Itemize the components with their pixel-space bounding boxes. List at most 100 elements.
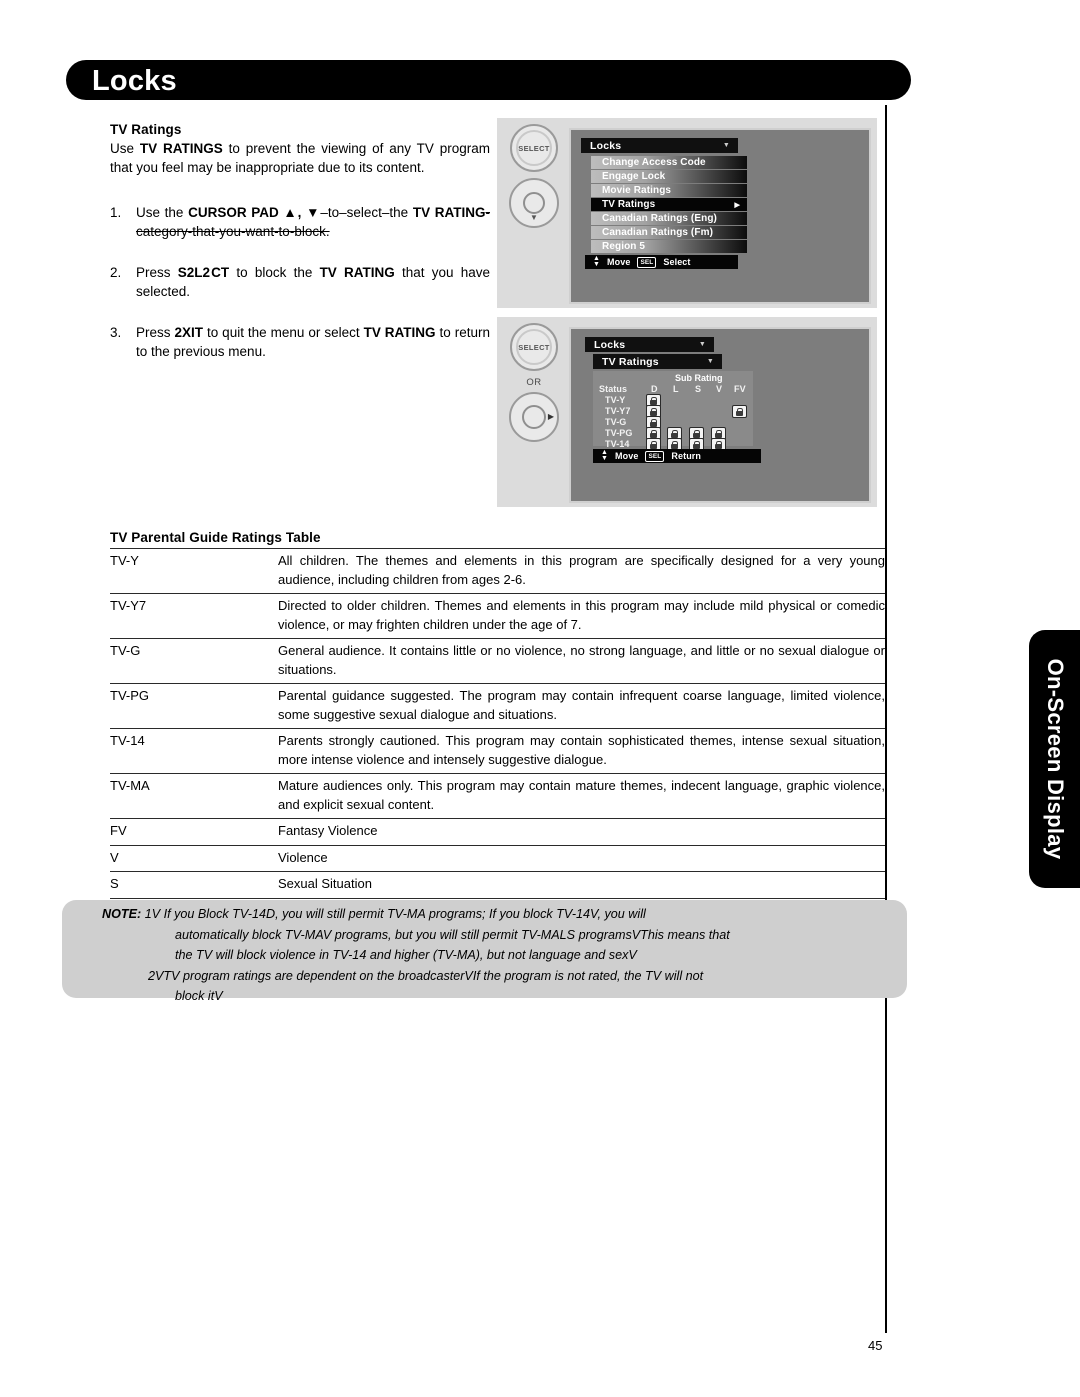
side-tab-label: On-Screen Display [1043, 658, 1068, 860]
select-button-icon: SELECT [510, 323, 558, 371]
step-text: Press S2L2 CT to block the TV RATING tha… [136, 265, 491, 299]
rating-desc: Fantasy Violence [278, 818, 885, 846]
rating-desc: Violence [278, 844, 885, 872]
menu-title-locks-2[interactable]: Locks ▼ [585, 337, 714, 352]
row-label-tv-y7: TV-Y7 [605, 406, 631, 416]
menu-item-tv-ratings[interactable]: TV Ratings ▶ [591, 198, 747, 211]
step-item: 3. Press 2XIT to quit the menu or select… [110, 323, 490, 361]
remote-buttons-group-1: SELECT ▼ [506, 124, 562, 228]
row-label-tv-y: TV-Y [605, 395, 626, 405]
step-item: 2. Press S2L2 CT to block the TV RATING … [110, 263, 490, 301]
menu-item-label: Change Access Code [602, 157, 706, 168]
sel-key-chip: SEL [637, 256, 657, 268]
page-title: Locks [92, 65, 177, 97]
menu-item-label: Engage Lock [602, 171, 666, 182]
column-header-v: V [716, 384, 723, 394]
page-number: 45 [868, 1338, 883, 1353]
row-label-tv-14: TV-14 [605, 439, 630, 449]
column-header-fv: FV [734, 384, 746, 394]
menu-item-region-5[interactable]: Region 5 [591, 240, 747, 253]
step-number: 1. [110, 205, 122, 220]
steps-list: 1. Use the CURSOR PAD ▲, ▼–to–select–the… [110, 203, 490, 361]
rating-desc: Parents strongly cautioned. This program… [278, 728, 885, 774]
table-row: TV-PG Parental guidance suggested. The pr… [110, 683, 885, 729]
step-text: Use the CURSOR PAD ▲, ▼–to–select–the TV… [136, 205, 490, 239]
column-header-d: D [651, 384, 658, 394]
rating-code: TV-MA [110, 773, 278, 819]
rating-code: TV-Y7 [110, 593, 278, 639]
menu-item-movie-ratings[interactable]: Movie Ratings [591, 184, 747, 197]
table-row: S Sexual Situation [110, 871, 885, 899]
note-line-1: NOTE: 1V If you Block TV-14D, you will s… [102, 904, 892, 925]
status-header: Status [599, 384, 628, 394]
menu-item-label: Movie Ratings [602, 185, 672, 196]
table-row: FV Fantasy Violence [110, 818, 885, 846]
chevron-down-icon: ▼ [722, 142, 730, 149]
chevron-down-icon: ▼ [706, 358, 714, 365]
rating-desc: General audience. It contains little or … [278, 638, 885, 684]
ratings-grid: Sub Rating Status D L S V FV TV-Y TV-Y7 … [593, 371, 753, 462]
table-row: TV-Y All children. The themes and element… [110, 548, 885, 594]
rating-desc: Parental guidance suggested. The program… [278, 683, 885, 729]
rating-desc: Directed to older children. Themes and e… [278, 593, 885, 639]
note-line-4: 2VTV program ratings are dependent on th… [148, 968, 704, 983]
row-label-tv-g: TV-G [605, 417, 627, 427]
note-content: NOTE: 1V If you Block TV-14D, you will s… [102, 904, 892, 1007]
lock-icon[interactable] [732, 405, 747, 418]
step-number: 3. [110, 325, 122, 340]
step-item: 1. Use the CURSOR PAD ▲, ▼–to–select–the… [110, 203, 490, 241]
table-row: V Violence [110, 844, 885, 872]
table-row: TV-MA Mature audiences only. This program… [110, 773, 885, 819]
note-line-2: automatically block TV-MAV programs, but… [175, 927, 730, 942]
move-arrows-icon: ▲ ▼ [601, 449, 609, 462]
table-row: TV-Y7 Directed to older children. Themes … [110, 593, 885, 639]
menu-item-engage-lock[interactable]: Engage Lock [591, 170, 747, 183]
rating-desc: Mature audiences only. This program may … [278, 773, 885, 819]
rating-code: TV-PG [110, 683, 278, 729]
sub-rating-header: Sub Rating [675, 373, 723, 383]
select-button-label: SELECT [518, 342, 550, 352]
note-line-1-text: 1V If you Block TV-14D, you will still p… [144, 907, 646, 921]
table-row: TV-G General audience. It contains little… [110, 638, 885, 684]
or-label: OR [526, 377, 542, 388]
menu-item-canadian-ratings-fm[interactable]: Canadian Ratings (Fm) [591, 226, 747, 239]
ratings-table-title: TV Parental Guide Ratings Table [110, 530, 321, 545]
osd-panel-tv-ratings-grid: SELECT OR ▶ Locks ▼ TV Ratings ▼ Sub Rat… [497, 317, 877, 507]
ratings-table: TV-Y All children. The themes and element… [110, 548, 885, 952]
column-header-s: S [695, 384, 702, 394]
select-button-label: SELECT [518, 143, 550, 153]
rating-desc: Sexual Situation [278, 871, 885, 899]
note-line-5: block itV [175, 989, 223, 1003]
rating-code: TV-Y [110, 548, 278, 594]
footer-move-label: Move [607, 257, 631, 267]
page-header-bar [66, 60, 911, 100]
section-title: TV Ratings [110, 122, 182, 137]
step-number: 2. [110, 265, 122, 280]
vertical-divider-rule [885, 105, 887, 1333]
note-label: NOTE: [102, 907, 142, 921]
menu-item-label: Region 5 [602, 241, 646, 252]
chevron-right-icon: ▶ [734, 201, 740, 209]
intro-paragraph: Use TV RATINGS to prevent the viewing of… [110, 141, 490, 175]
cursor-pad-right-icon: ▶ [509, 392, 559, 442]
rating-code: TV-G [110, 638, 278, 684]
submenu-title-text: TV Ratings [602, 355, 659, 368]
row-label-tv-pg: TV-PG [605, 428, 633, 438]
submenu-title-tv-ratings[interactable]: TV Ratings ▼ [593, 354, 722, 369]
menu-title-locks[interactable]: Locks ▼ [581, 138, 738, 153]
menu-title-text: Locks [590, 139, 622, 152]
move-arrows-icon: ▲ ▼ [593, 255, 601, 268]
footer-move-label: Move [615, 451, 639, 461]
menu-item-canadian-ratings-eng[interactable]: Canadian Ratings (Eng) [591, 212, 747, 225]
menu-item-change-access-code[interactable]: Change Access Code [591, 156, 747, 169]
rating-code: TV-14 [110, 728, 278, 774]
osd-panel-locks-menu: SELECT ▼ Locks ▼ Change Access Code Enga… [497, 118, 877, 308]
menu-item-label: Canadian Ratings (Fm) [602, 227, 713, 238]
chevron-down-icon: ▼ [698, 341, 706, 348]
osd-illustrations: SELECT ▼ Locks ▼ Change Access Code Enga… [497, 118, 877, 516]
osd-footer-bar-1: ▲ ▼ Move SEL Select [585, 255, 738, 269]
select-button-icon: SELECT [510, 124, 558, 172]
left-text-column: TV Ratings Use TV RATINGS to prevent the… [110, 122, 490, 383]
footer-action-label: Select [663, 257, 691, 267]
column-header-l: L [673, 384, 679, 394]
